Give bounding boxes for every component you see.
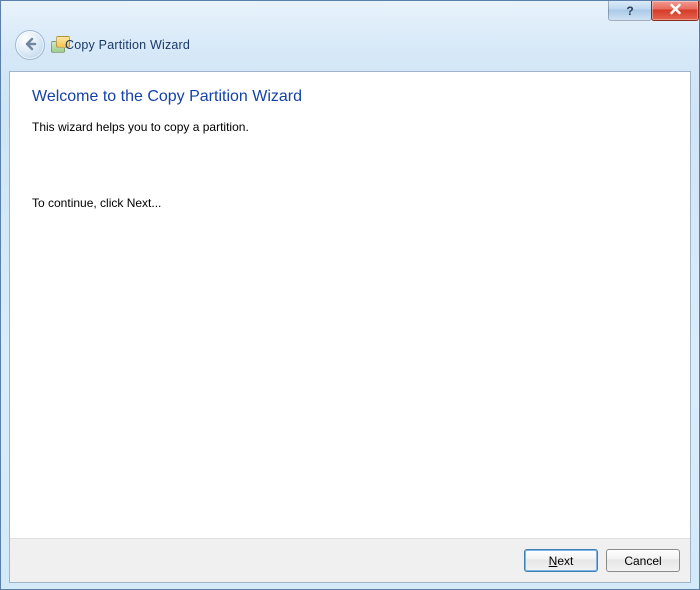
wizard-content: Welcome to the Copy Partition Wizard Thi… [10,72,690,538]
cancel-button[interactable]: Cancel [606,549,680,572]
help-button[interactable]: ? [608,1,652,21]
wizard-window: ? Copy Partition Wizard Welcome to the C… [0,0,700,590]
close-icon [669,3,682,18]
page-heading: Welcome to the Copy Partition Wizard [32,88,668,106]
header: Copy Partition Wizard [1,1,699,71]
titlebar-controls: ? [609,1,699,21]
cancel-label: Cancel [624,554,661,568]
wizard-page: Welcome to the Copy Partition Wizard Thi… [9,71,691,583]
next-label-rest: ext [557,554,573,568]
button-bar: Next Cancel [10,538,690,582]
next-button[interactable]: Next [524,549,598,572]
continue-hint: To continue, click Next... [32,196,668,210]
back-button[interactable] [15,30,45,60]
close-button[interactable] [651,1,699,21]
intro-text: This wizard helps you to copy a partitio… [32,120,668,134]
help-icon: ? [626,4,633,18]
back-arrow-icon [23,37,37,54]
header-title: Copy Partition Wizard [65,38,190,52]
